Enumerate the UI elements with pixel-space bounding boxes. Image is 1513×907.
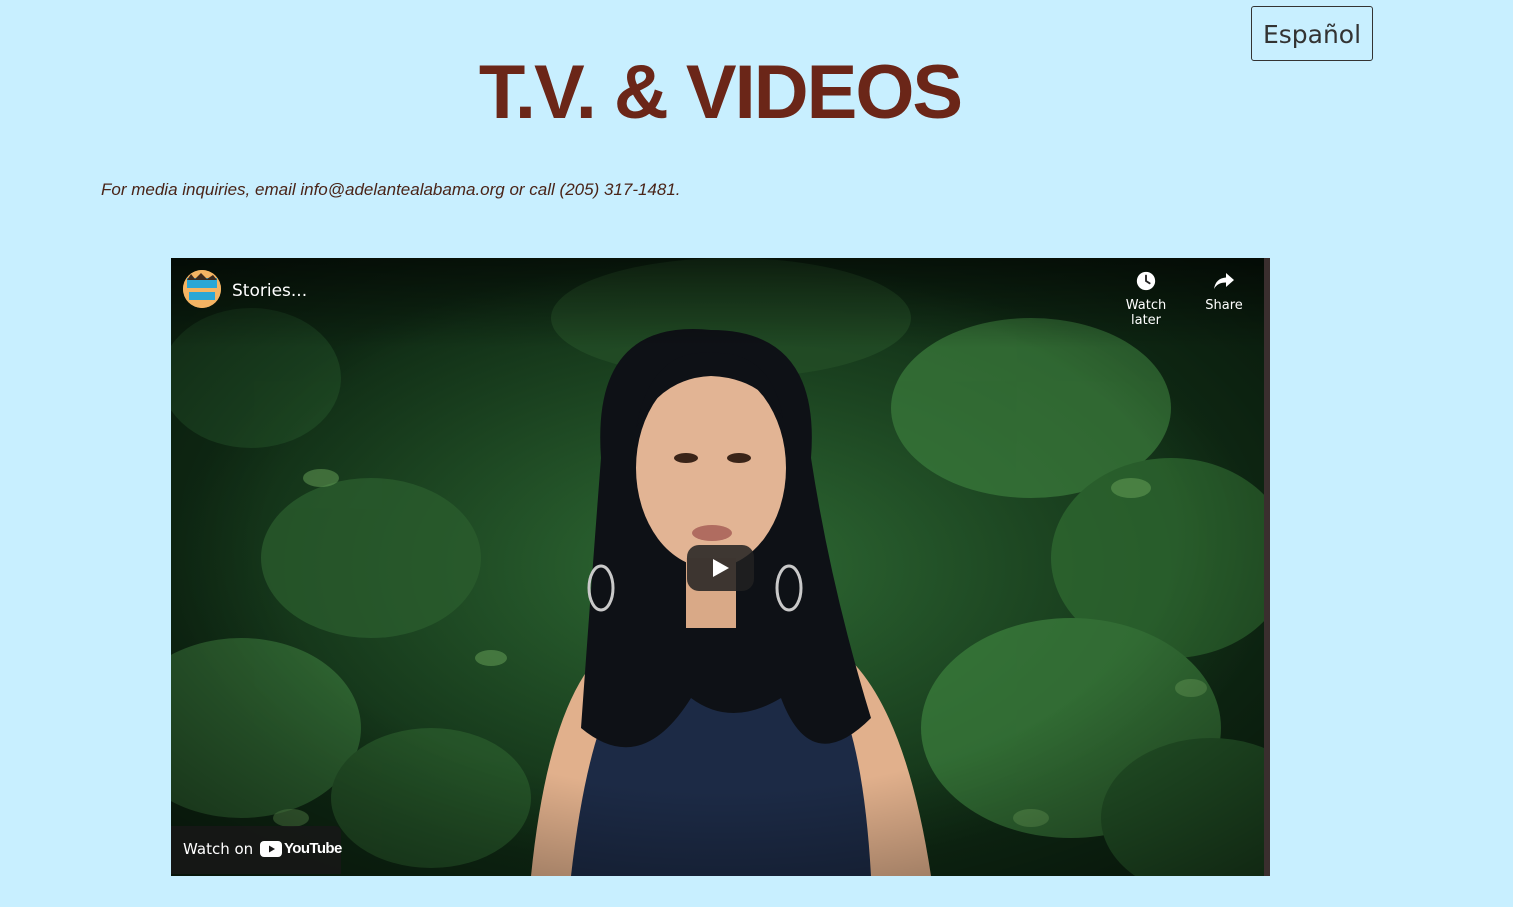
video-title[interactable]: Stories... — [232, 281, 307, 301]
watch-on-label: Watch on — [183, 840, 254, 858]
page: Español T.V. & VIDEOS For media inquirie… — [0, 0, 1513, 907]
watch-later-button[interactable]: Watch later — [1109, 270, 1183, 328]
channel-logo-icon — [183, 270, 221, 308]
youtube-logo: YouTube — [260, 840, 342, 857]
youtube-logo-icon — [260, 840, 282, 857]
share-arrow-icon — [1214, 273, 1234, 289]
share-button[interactable]: Share — [1197, 270, 1251, 313]
play-button[interactable] — [687, 545, 754, 591]
share-label: Share — [1205, 298, 1243, 313]
video-top-overlay — [171, 258, 1270, 348]
video-right-edge — [1264, 258, 1270, 876]
youtube-logo-text: YouTube — [284, 840, 342, 857]
play-icon — [713, 559, 729, 577]
media-inquiries-text: For media inquiries, email info@adelante… — [101, 180, 681, 199]
watch-on-youtube-link[interactable]: Watch on YouTube — [171, 826, 342, 874]
watch-later-label: Watch later — [1125, 298, 1167, 328]
clock-icon — [1136, 271, 1156, 291]
page-title: T.V. & VIDEOS — [478, 50, 963, 135]
channel-avatar[interactable] — [183, 270, 221, 308]
video-embed[interactable]: Stories... Watch later Share Watch on Yo… — [171, 258, 1270, 876]
